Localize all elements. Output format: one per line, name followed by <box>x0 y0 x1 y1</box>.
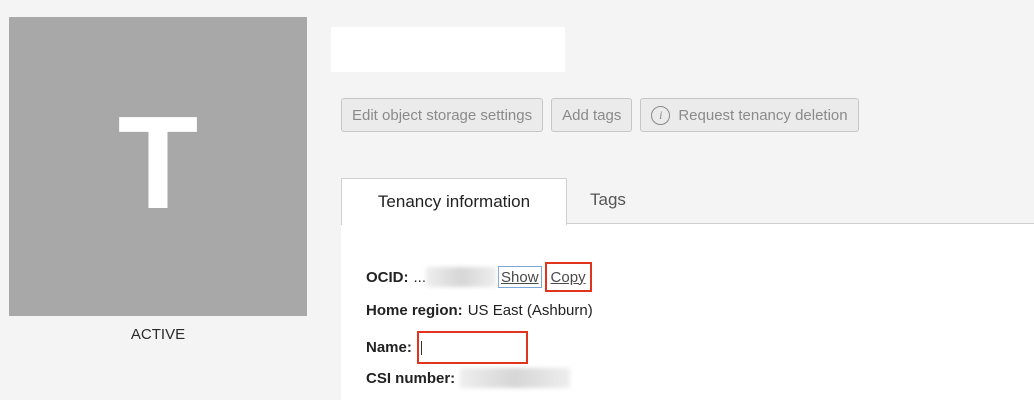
show-ocid-link[interactable]: Show <box>501 269 539 286</box>
name-label: Name: <box>366 339 412 356</box>
name-field-highlight[interactable] <box>416 331 528 364</box>
info-icon: i <box>651 105 671 125</box>
csi-row: CSI number: <box>366 368 571 388</box>
copy-ocid-link[interactable]: Copy <box>551 269 586 286</box>
status-label: ACTIVE <box>130 326 186 343</box>
text-cursor <box>420 341 422 355</box>
action-buttons: Edit object storage settings Add tags i … <box>341 98 859 132</box>
edit-object-storage-settings-button[interactable]: Edit object storage settings <box>341 98 544 132</box>
avatar-letter: T <box>117 88 199 236</box>
request-tenancy-deletion-label: Request tenancy deletion <box>678 106 848 124</box>
name-row: Name: <box>366 331 528 364</box>
ocid-label: OCID: <box>366 268 409 286</box>
home-region-label: Home region: <box>366 302 463 319</box>
ocid-redacted <box>426 267 497 287</box>
tab-tenancy-information[interactable]: Tenancy information <box>341 178 567 225</box>
tenancy-avatar: T <box>9 17 307 316</box>
home-region-row: Home region: US East (Ashburn) <box>366 302 593 319</box>
ocid-row: OCID: ... Show Copy <box>366 262 592 292</box>
copy-ocid-highlight: Copy <box>544 262 592 292</box>
csi-redacted <box>460 368 571 388</box>
show-ocid-link-focus: Show <box>498 266 542 288</box>
page-title-redacted <box>331 27 565 72</box>
home-region-value: US East (Ashburn) <box>467 302 593 319</box>
request-tenancy-deletion-button[interactable]: i Request tenancy deletion <box>640 98 859 132</box>
tab-tags[interactable]: Tags <box>590 190 626 210</box>
ocid-value: ... <box>413 268 427 286</box>
csi-label: CSI number: <box>366 369 456 387</box>
add-tags-button[interactable]: Add tags <box>551 98 633 132</box>
